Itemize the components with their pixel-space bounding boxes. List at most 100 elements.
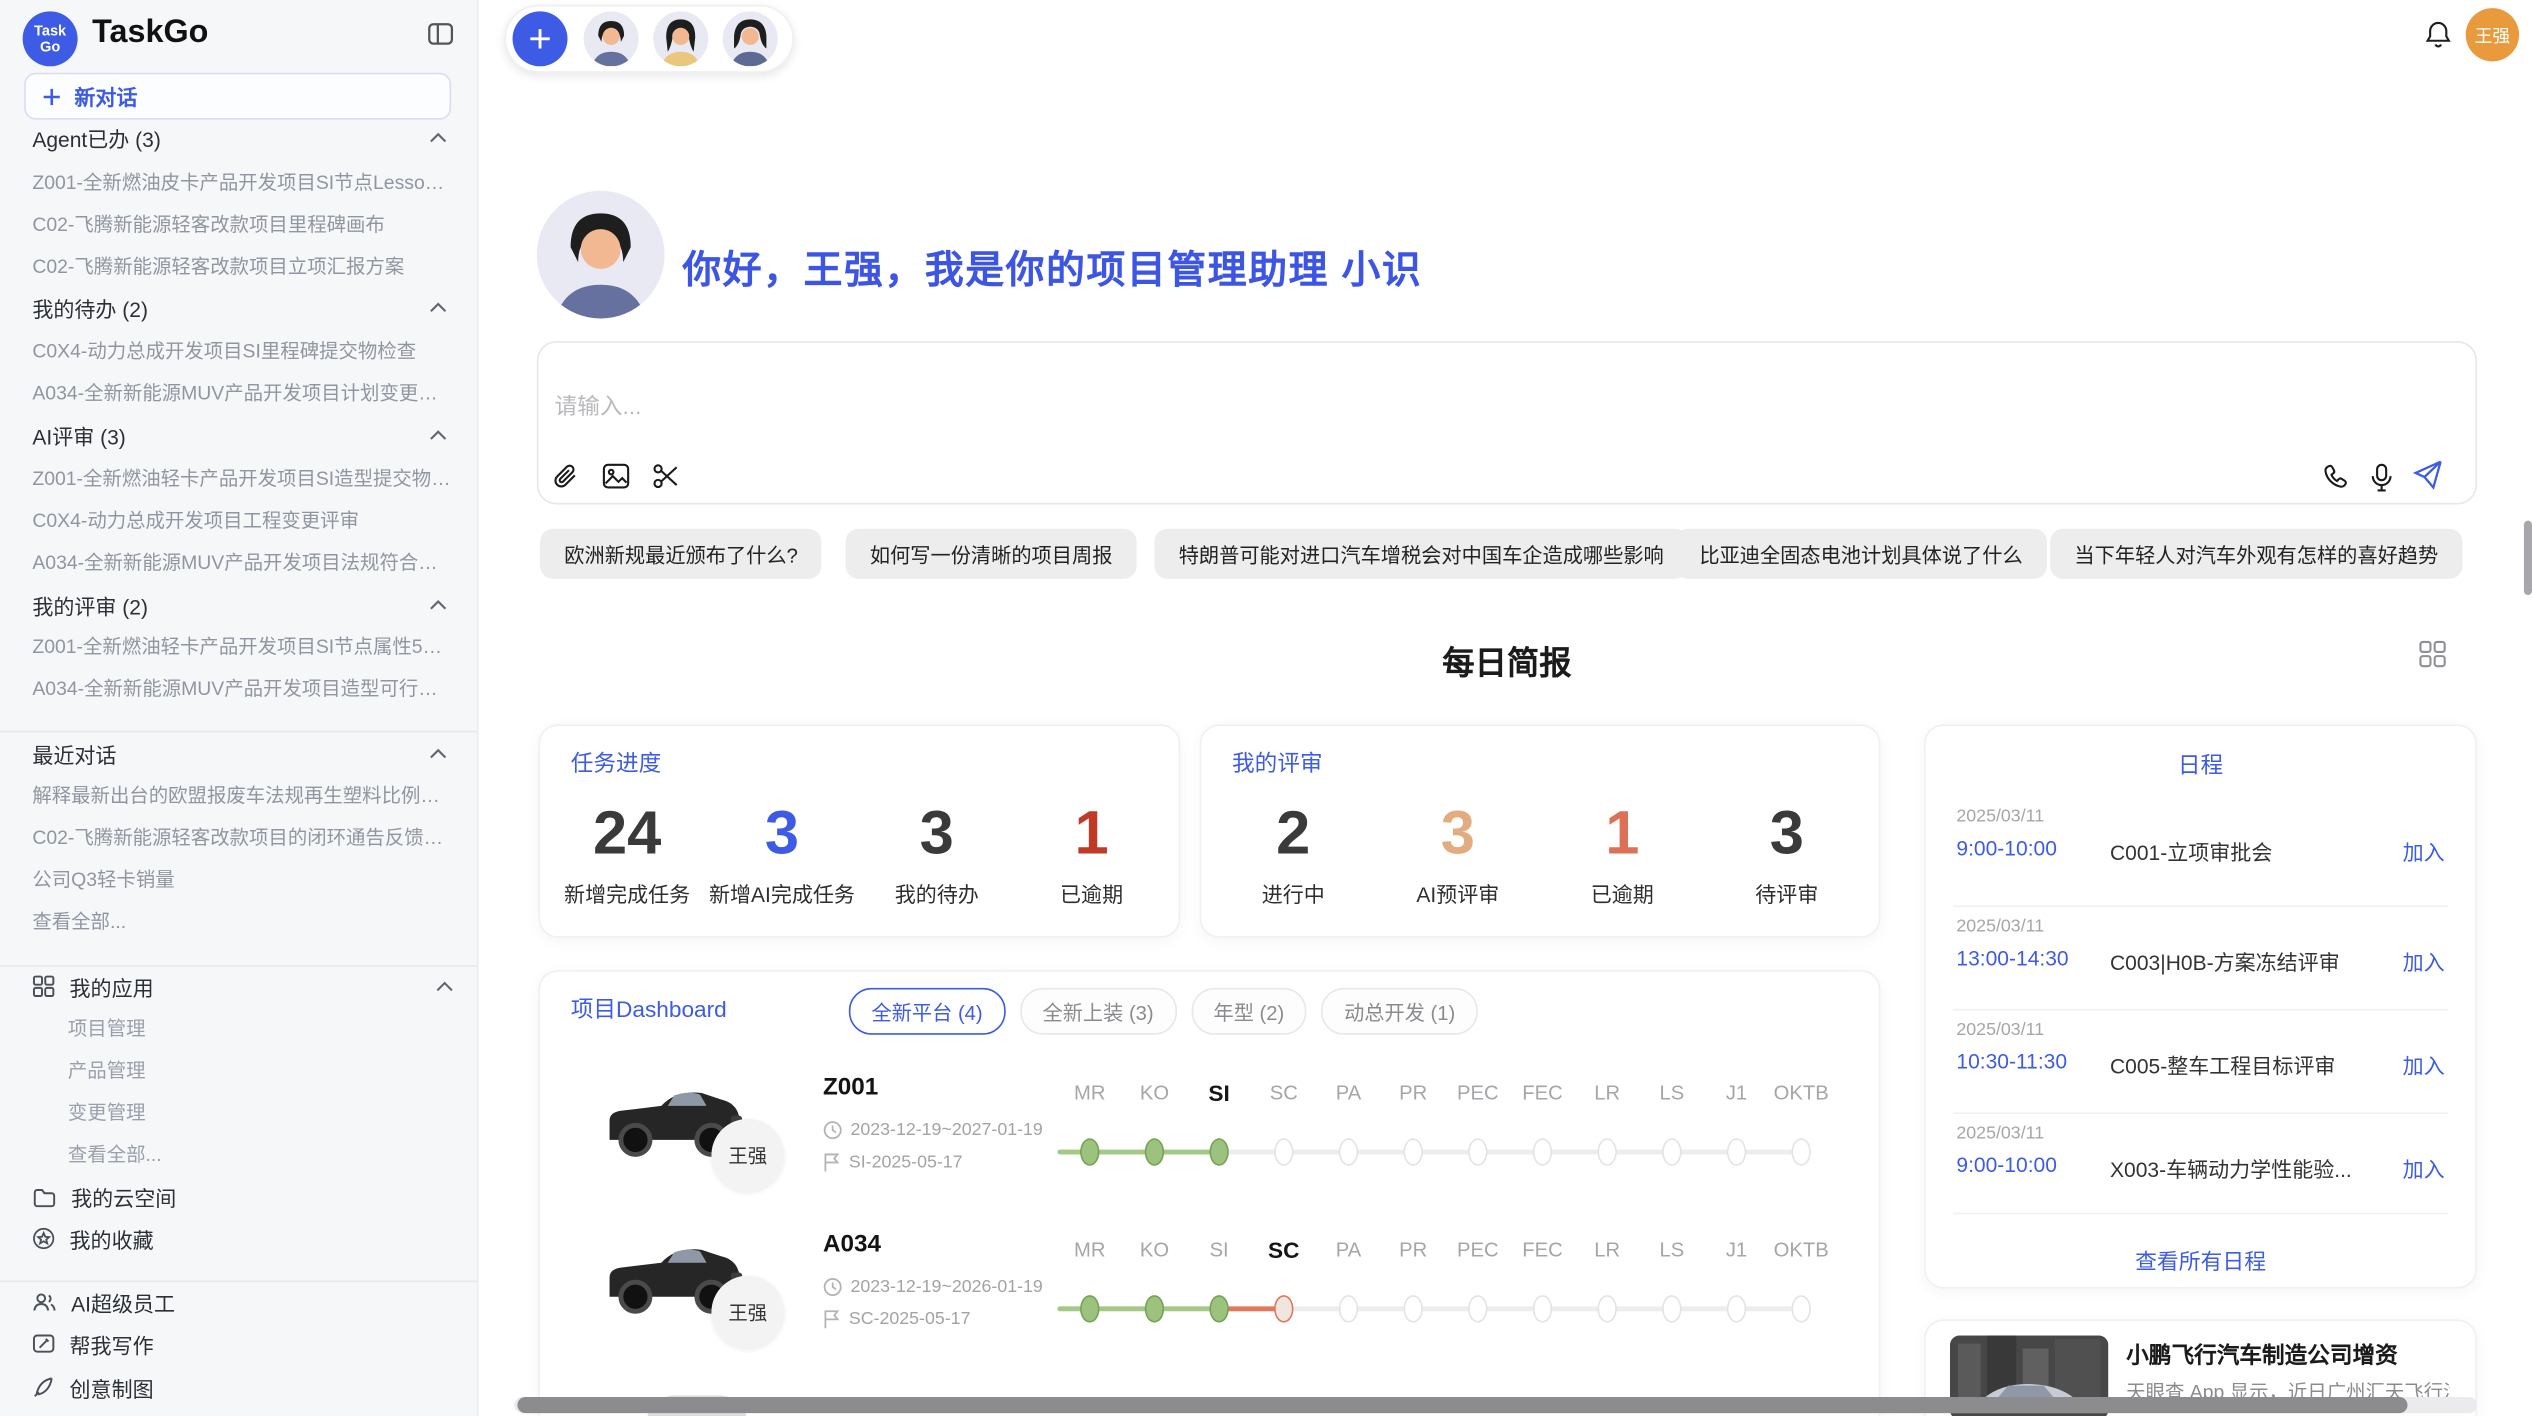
- sidebar-item-favorites[interactable]: 我的收藏: [32, 1224, 454, 1253]
- sidebar-item[interactable]: Z001-全新燃油轻卡产品开发项目SI节点属性5D文件评审: [32, 632, 454, 658]
- recent-chat-item[interactable]: C02-飞腾新能源轻客改款项目的闭环通告反馈情况: [32, 823, 454, 849]
- agent-avatar[interactable]: [653, 11, 708, 66]
- milestone-dot: [1597, 1295, 1616, 1322]
- sidebar-item-help-writing[interactable]: 帮我写作: [32, 1329, 454, 1358]
- notification-bell-icon[interactable]: [2424, 19, 2453, 50]
- chevron-up-icon[interactable]: [428, 131, 447, 144]
- chevron-up-icon[interactable]: [428, 747, 447, 760]
- milestone-dot-overdue: [1274, 1295, 1293, 1322]
- join-meeting-link[interactable]: 加入: [2403, 836, 2445, 867]
- tab-year-model[interactable]: 年型 (2): [1191, 988, 1307, 1035]
- divider: [0, 965, 477, 967]
- layout-grid-icon[interactable]: [2419, 640, 2446, 667]
- sidebar-item[interactable]: A034-全新新能源MUV产品开发项目法规符合性评审: [32, 548, 454, 574]
- add-agent-button[interactable]: [513, 11, 568, 66]
- sidebar-item[interactable]: Z001-全新燃油轻卡产品开发项目SI造型提交物评审: [32, 464, 454, 490]
- sidebar-item[interactable]: Z001-全新燃油皮卡产品开发项目SI节点Lesson Learn报告: [32, 168, 454, 194]
- chat-input[interactable]: [551, 391, 2013, 420]
- my-review-stats: 2 进行中 3 AI预评审 1 已逾期 3 待评审: [1211, 787, 1869, 923]
- view-all-schedule-link[interactable]: 查看所有日程: [1926, 1243, 2476, 1275]
- section-header-my-review[interactable]: 我的评审 (2): [32, 592, 448, 618]
- app-item-change-mgmt[interactable]: 变更管理: [68, 1098, 454, 1124]
- recent-chat-item[interactable]: 解释最新出台的欧盟报废车法规再生塑料比例被调至15%...: [32, 781, 454, 807]
- my-review-card: 我的评审 2 进行中 3 AI预评审 1 已逾期 3 待评审: [1200, 724, 1881, 937]
- chevron-up-icon[interactable]: [435, 980, 454, 993]
- agent-avatar[interactable]: [584, 11, 639, 66]
- stat-pending-review: 3 待评审: [1705, 787, 1870, 923]
- user-avatar[interactable]: 王强: [2466, 8, 2519, 61]
- recent-chat-item[interactable]: 公司Q3轻卡销量: [32, 865, 454, 891]
- section-header-my-todo[interactable]: 我的待办 (2): [32, 294, 448, 320]
- join-meeting-link[interactable]: 加入: [2403, 946, 2445, 977]
- suggestion-chip[interactable]: 欧洲新规最近颁布了什么?: [540, 529, 822, 579]
- screenshot-scissors-icon[interactable]: [652, 462, 681, 489]
- milestone-dot: [1339, 1138, 1358, 1165]
- sidebar-item-ai-employees[interactable]: AI超级员工: [32, 1287, 454, 1316]
- view-all-apps-link[interactable]: 查看全部...: [68, 1140, 454, 1166]
- daily-brief-title: 每日简报: [537, 637, 2477, 684]
- sidebar-item[interactable]: A034-全新新能源MUV产品开发项目造型可行性评审: [32, 674, 454, 700]
- sidebar-item-my-apps[interactable]: 我的应用: [32, 972, 454, 1001]
- milestone-dot-done: [1209, 1138, 1228, 1165]
- voice-call-icon[interactable]: [2322, 462, 2351, 491]
- tab-powertrain[interactable]: 动总开发 (1): [1321, 988, 1477, 1035]
- sidebar-item[interactable]: C02-飞腾新能源轻客改款项目立项汇报方案: [32, 252, 454, 278]
- collapse-sidebar-icon[interactable]: [427, 21, 454, 47]
- app-item-project-mgmt[interactable]: 项目管理: [68, 1014, 454, 1040]
- suggestion-chip[interactable]: 当下年轻人对汽车外观有怎样的喜好趋势: [2050, 529, 2462, 579]
- sidebar-item-creative-drawing[interactable]: 创意制图: [32, 1373, 454, 1402]
- agents-pill: [504, 5, 793, 73]
- sidebar-item-cloud-space[interactable]: 我的云空间: [32, 1182, 454, 1211]
- app-item-product-mgmt[interactable]: 产品管理: [68, 1056, 454, 1082]
- milestone-label: OKTB: [1769, 1078, 1834, 1107]
- milestone-label: FEC: [1510, 1078, 1575, 1107]
- sidebar-item[interactable]: C0X4-动力总成开发项目SI里程碑提交物检查: [32, 336, 454, 362]
- schedule-title: 日程: [1926, 749, 2476, 781]
- milestone-label: LS: [1639, 1078, 1704, 1107]
- chevron-up-icon[interactable]: [428, 428, 447, 441]
- tab-all-new-platform[interactable]: 全新平台 (4): [849, 988, 1005, 1035]
- chevron-up-icon[interactable]: [428, 598, 447, 611]
- milestone-label: LR: [1575, 1235, 1640, 1264]
- stat-value: 1: [1605, 802, 1639, 867]
- send-icon[interactable]: [2411, 458, 2445, 492]
- sidebar-item[interactable]: A034-全新新能源MUV产品开发项目计划变更表编写: [32, 378, 454, 404]
- folder-icon: [32, 1186, 56, 1207]
- suggestion-chip[interactable]: 特朗普可能对进口汽车增税会对中国车企造成哪些影响: [1154, 529, 1688, 579]
- suggestion-chip[interactable]: 如何写一份清晰的项目周报: [846, 529, 1137, 579]
- milestone-dot: [1339, 1295, 1358, 1322]
- attach-file-icon[interactable]: [551, 462, 578, 491]
- milestone-label: PEC: [1445, 1235, 1510, 1264]
- sidebar-item[interactable]: C0X4-动力总成开发项目工程变更评审: [32, 506, 454, 532]
- milestone-label: MR: [1057, 1078, 1122, 1107]
- suggestion-chip[interactable]: 比亚迪全固态电池计划具体说了什么: [1675, 529, 2047, 579]
- dates-text: 2023-12-19~2026-01-19: [850, 1277, 1042, 1296]
- tab-new-body[interactable]: 全新上装 (3): [1020, 988, 1176, 1035]
- microphone-icon[interactable]: [2369, 462, 2395, 493]
- agent-avatar[interactable]: [723, 11, 778, 66]
- stat-label: 进行中: [1262, 878, 1325, 909]
- chevron-up-icon[interactable]: [428, 301, 447, 314]
- milestone-label: KO: [1122, 1078, 1187, 1107]
- join-meeting-link[interactable]: 加入: [2403, 1049, 2445, 1080]
- vertical-scrollbar-thumb[interactable]: [2524, 521, 2532, 595]
- join-meeting-link[interactable]: 加入: [2403, 1153, 2445, 1184]
- milestone-label: J1: [1704, 1078, 1769, 1107]
- section-header-recent-chats[interactable]: 最近对话: [32, 741, 448, 767]
- project-row[interactable]: 王强 A034 2023-12-19~2026-01-19 SC-2025-05…: [540, 1222, 1882, 1376]
- logo-text-bottom: Go: [40, 39, 60, 55]
- sidebar-item[interactable]: C02-飞腾新能源轻客改款项目里程碑画布: [32, 210, 454, 236]
- milestone-timeline: MR KO SI SC PA PR PEC FEC LR LS J1 OKTB: [1057, 1078, 1833, 1181]
- flag-icon: [823, 1153, 841, 1172]
- milestone-label: FEC: [1510, 1235, 1575, 1264]
- horizontal-scrollbar-thumb[interactable]: [517, 1397, 2407, 1413]
- section-header-ai-review[interactable]: AI评审 (3): [32, 422, 448, 448]
- insert-image-icon[interactable]: [601, 462, 630, 489]
- project-row[interactable]: 王强 Z001 2023-12-19~2027-01-19 SI-2025-05…: [540, 1066, 1882, 1220]
- flag-icon: [823, 1310, 841, 1329]
- news-title[interactable]: 小鹏飞行汽车制造公司增资: [2126, 1339, 2398, 1371]
- new-chat-button[interactable]: 新对话: [24, 73, 451, 120]
- section-header-agent-done[interactable]: Agent已办 (3): [32, 124, 448, 150]
- view-all-chats-link[interactable]: 查看全部...: [32, 907, 454, 933]
- stat-new-completed: 24 新增完成任务: [550, 787, 705, 923]
